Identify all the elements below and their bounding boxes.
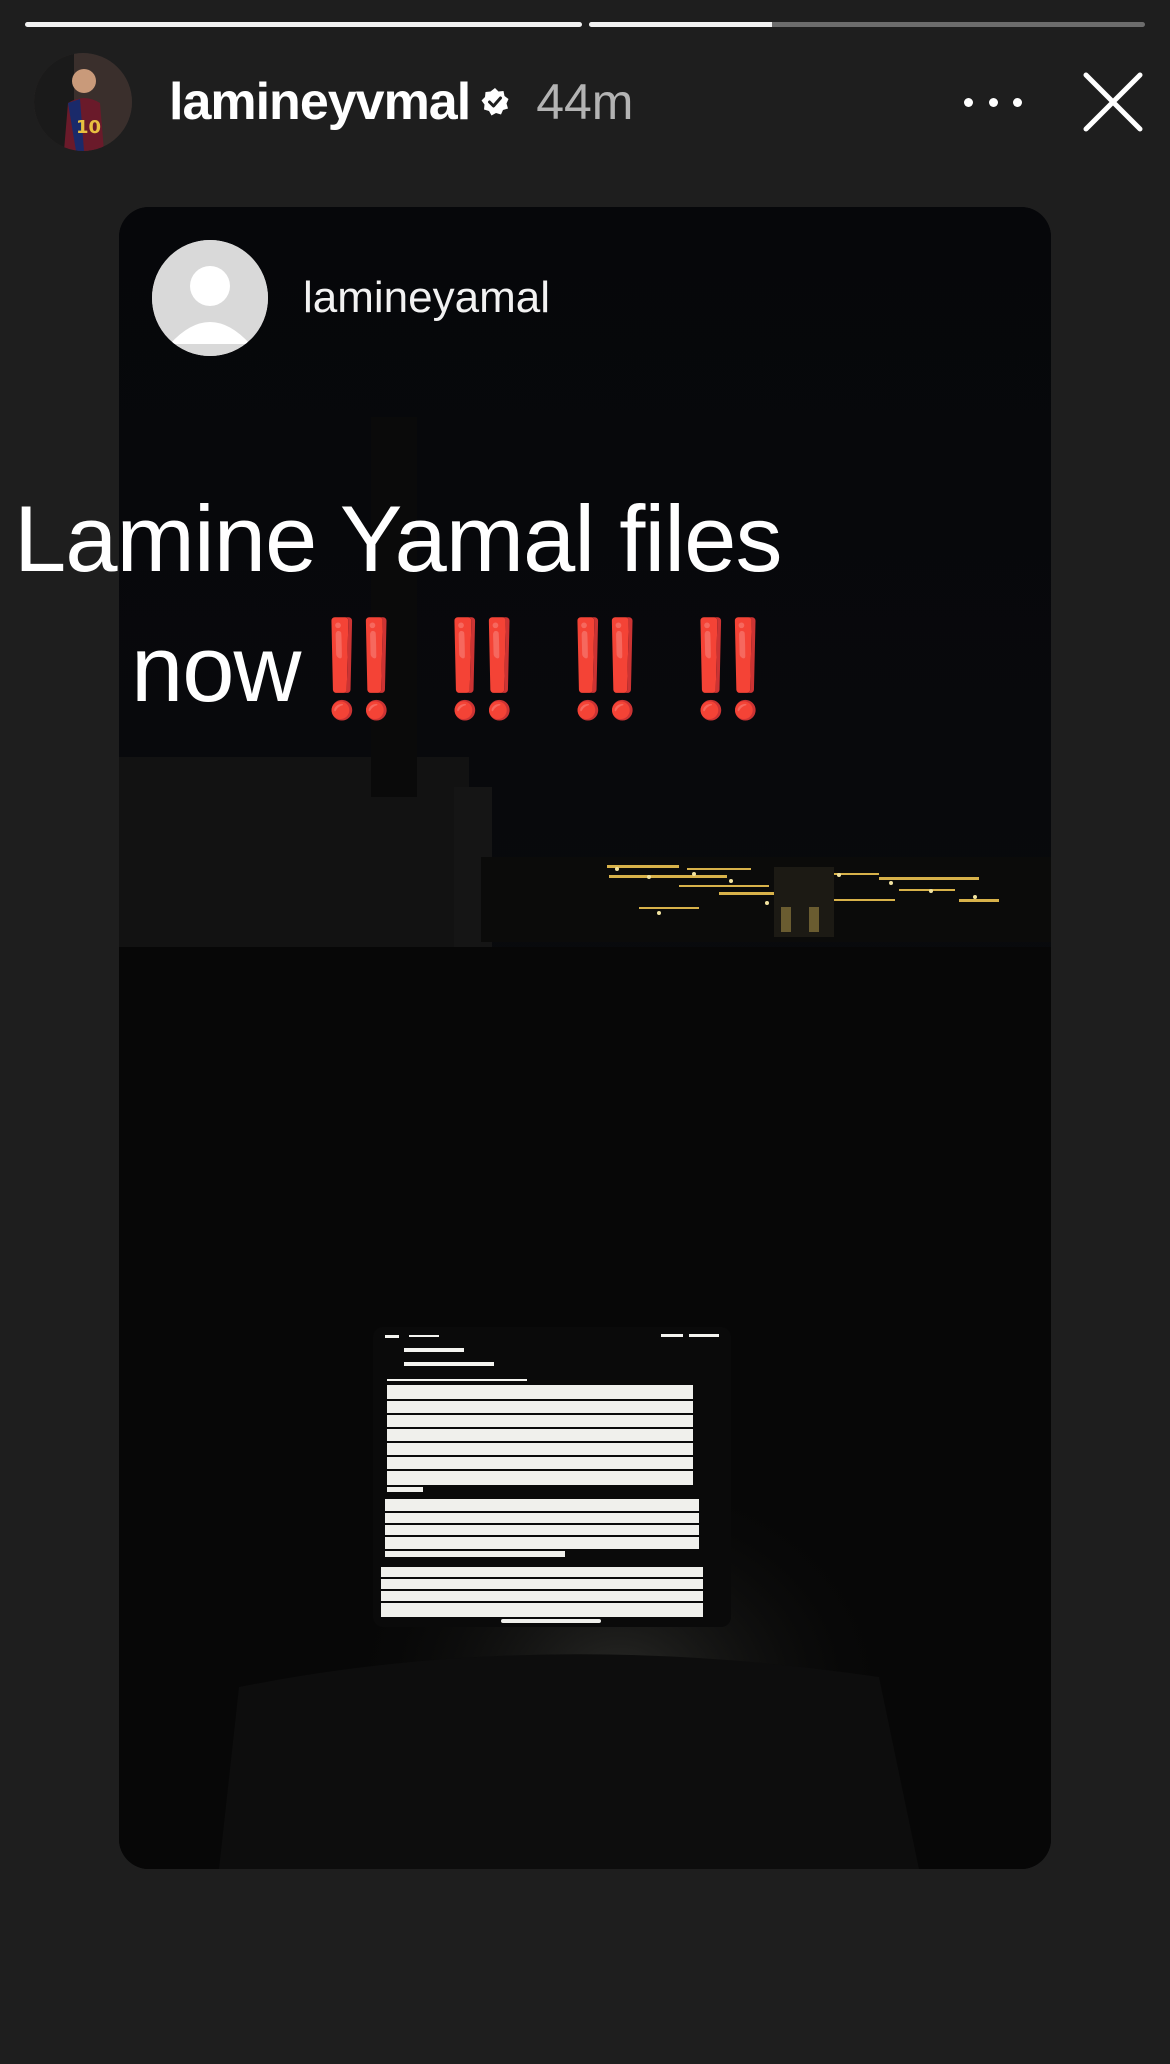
caption-word: now <box>131 616 301 721</box>
svg-text:10: 10 <box>76 117 101 138</box>
story-timestamp: 44m <box>536 74 634 130</box>
profile-avatar[interactable]: 10 <box>34 53 132 151</box>
tablet-screen <box>373 1327 731 1627</box>
story-header: 10 lamineyvmal 44m <box>34 52 1144 152</box>
reposted-username[interactable]: lamineyamal <box>303 273 550 323</box>
reposted-from-header: lamineyamal <box>152 240 550 356</box>
story-progress-segment-1 <box>25 22 582 27</box>
progress-fill <box>589 22 773 27</box>
night-city-photo <box>119 207 1051 1869</box>
reposted-story-card[interactable] <box>119 207 1051 1869</box>
close-icon[interactable] <box>1082 71 1144 133</box>
story-caption-line-1: Lamine Yamal files <box>14 486 782 591</box>
story-caption-line-2: now‼️‼️‼️‼️ <box>131 622 793 716</box>
progress-fill <box>25 22 582 27</box>
more-options-icon[interactable] <box>964 87 1022 117</box>
double-exclamation-emoji: ‼️‼️‼️‼️ <box>300 616 793 721</box>
story-username[interactable]: lamineyvmal <box>169 72 471 132</box>
default-avatar-icon[interactable] <box>152 240 268 356</box>
story-progress-segment-2 <box>589 22 1145 27</box>
verified-badge-icon <box>481 88 509 116</box>
